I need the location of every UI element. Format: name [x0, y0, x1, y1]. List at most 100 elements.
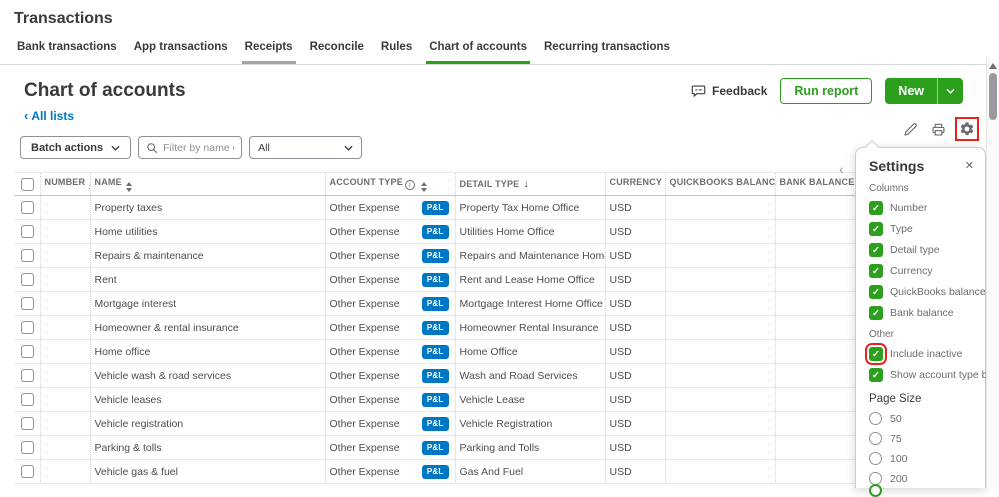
column-toggle-type: ✓ Type: [869, 222, 977, 236]
new-dropdown-button[interactable]: [937, 78, 963, 104]
account-name: Home utilities: [89, 219, 325, 244]
bank-balance: [774, 195, 863, 220]
all-lists-link[interactable]: ‹ All lists: [24, 109, 74, 123]
bank-balance: [774, 387, 863, 412]
account-type: Other Expense: [329, 225, 400, 238]
radio-selected-partial[interactable]: [869, 484, 882, 497]
detail-type: Utilities Home Office: [454, 219, 605, 244]
feedback-button[interactable]: Feedback: [691, 84, 767, 98]
panel-collapse-chevron-icon[interactable]: ‹: [839, 161, 844, 177]
scroll-up-arrow-icon[interactable]: [989, 63, 997, 69]
bank-balance: [774, 411, 863, 436]
row-checkbox[interactable]: [21, 225, 34, 238]
checkbox-checked[interactable]: ✓: [869, 201, 883, 215]
edit-pencil-icon[interactable]: [903, 122, 918, 137]
quickbooks-balance: [664, 387, 775, 412]
batch-actions-button[interactable]: Batch actions: [20, 136, 132, 159]
columns-section-label: Columns: [869, 183, 909, 194]
account-name: Parking & tolls: [89, 435, 325, 460]
select-all-checkbox[interactable]: [21, 177, 34, 191]
info-icon[interactable]: i: [404, 180, 415, 190]
settings-gear-icon[interactable]: [955, 117, 979, 141]
header-bank-balance[interactable]: BANK BALANCE: [774, 172, 863, 196]
page-size-option-75: 75: [869, 432, 977, 445]
header-detail-type[interactable]: DETAIL TYPE ↓: [454, 172, 605, 196]
search-icon: [146, 142, 158, 154]
account-name: Vehicle leases: [89, 387, 325, 412]
currency: USD: [604, 291, 665, 316]
quickbooks-balance: [664, 195, 775, 220]
radio-unselected[interactable]: [869, 432, 882, 445]
radio-unselected[interactable]: [869, 452, 882, 465]
checkbox-checked[interactable]: ✓: [869, 264, 883, 278]
row-checkbox[interactable]: [21, 369, 34, 382]
checkbox-checked[interactable]: ✓: [869, 306, 883, 320]
tab-receipts[interactable]: Receipts: [241, 41, 296, 64]
number-cell: [39, 267, 90, 292]
detail-type: Rent and Lease Home Office: [454, 267, 605, 292]
sort-icon: [125, 181, 132, 192]
bank-balance: [774, 219, 863, 244]
detail-type: Mortgage Interest Home Office: [454, 291, 605, 316]
checkbox-checked[interactable]: ✓: [869, 368, 883, 382]
chevron-down-icon: [344, 145, 353, 151]
currency: USD: [604, 411, 665, 436]
currency: USD: [604, 387, 665, 412]
checkbox-checked[interactable]: ✓: [869, 222, 883, 236]
page-size-option-100: 100: [869, 452, 977, 465]
header-quickbooks-balance[interactable]: QUICKBOOKS BALANCE: [664, 172, 775, 196]
table-row: Vehicle leases Other Expense P&L Vehicle …: [14, 387, 985, 412]
account-name: Home office: [89, 339, 325, 364]
print-icon[interactable]: [931, 122, 946, 137]
currency: USD: [604, 315, 665, 340]
chevron-down-icon: [111, 145, 120, 151]
row-checkbox[interactable]: [21, 249, 34, 262]
row-checkbox[interactable]: [21, 393, 34, 406]
row-checkbox[interactable]: [21, 441, 34, 454]
detail-type: Wash and Road Services: [454, 363, 605, 388]
pl-badge: P&L: [421, 320, 449, 335]
quickbooks-balance: [664, 291, 775, 316]
bank-balance: [774, 315, 863, 340]
tab-app-transactions[interactable]: App transactions: [131, 41, 231, 64]
tab-rules[interactable]: Rules: [378, 41, 415, 64]
table-row: Property taxes Other Expense P&L Property…: [14, 195, 985, 220]
row-checkbox[interactable]: [21, 321, 34, 334]
tab-bank-transactions[interactable]: Bank transactions: [14, 41, 120, 64]
type-filter-dropdown[interactable]: All: [249, 136, 363, 159]
new-button[interactable]: New: [885, 78, 937, 104]
row-checkbox[interactable]: [21, 345, 34, 358]
row-checkbox[interactable]: [21, 417, 34, 430]
currency: USD: [604, 339, 665, 364]
quickbooks-balance: [664, 315, 775, 340]
header-number[interactable]: NUMBER: [39, 172, 90, 196]
checkbox-checked[interactable]: ✓: [865, 343, 887, 365]
tab-reconcile[interactable]: Reconcile: [307, 41, 367, 64]
close-icon[interactable]: ✕: [962, 158, 977, 173]
number-cell: [39, 411, 90, 436]
row-checkbox[interactable]: [21, 201, 34, 214]
row-checkbox[interactable]: [21, 297, 34, 310]
column-toggle-detail-type: ✓ Detail type: [869, 243, 977, 257]
account-name: Vehicle wash & road services: [89, 363, 325, 388]
row-checkbox[interactable]: [21, 273, 34, 286]
header-name[interactable]: NAME: [89, 172, 325, 196]
quickbooks-balance: [664, 243, 775, 268]
header-currency[interactable]: CURRENCY: [604, 172, 665, 196]
tab-chart-of-accounts[interactable]: Chart of accounts: [426, 41, 530, 64]
settings-title: Settings: [869, 158, 925, 174]
quickbooks-balance: [664, 219, 775, 244]
run-report-button[interactable]: Run report: [780, 78, 873, 104]
radio-unselected[interactable]: [869, 412, 882, 425]
account-type: Other Expense: [329, 345, 400, 358]
row-checkbox[interactable]: [21, 465, 34, 478]
scrollbar-thumb[interactable]: [989, 73, 997, 120]
checkbox-checked[interactable]: ✓: [869, 243, 883, 257]
tab-recurring-transactions[interactable]: Recurring transactions: [541, 41, 673, 64]
account-type: Other Expense: [329, 201, 400, 214]
checkbox-checked[interactable]: ✓: [869, 285, 883, 299]
header-account-type[interactable]: ACCOUNT TYPE i: [324, 172, 455, 196]
number-cell: [39, 195, 90, 220]
sort-icon: [420, 181, 427, 192]
filter-input[interactable]: [163, 141, 235, 154]
